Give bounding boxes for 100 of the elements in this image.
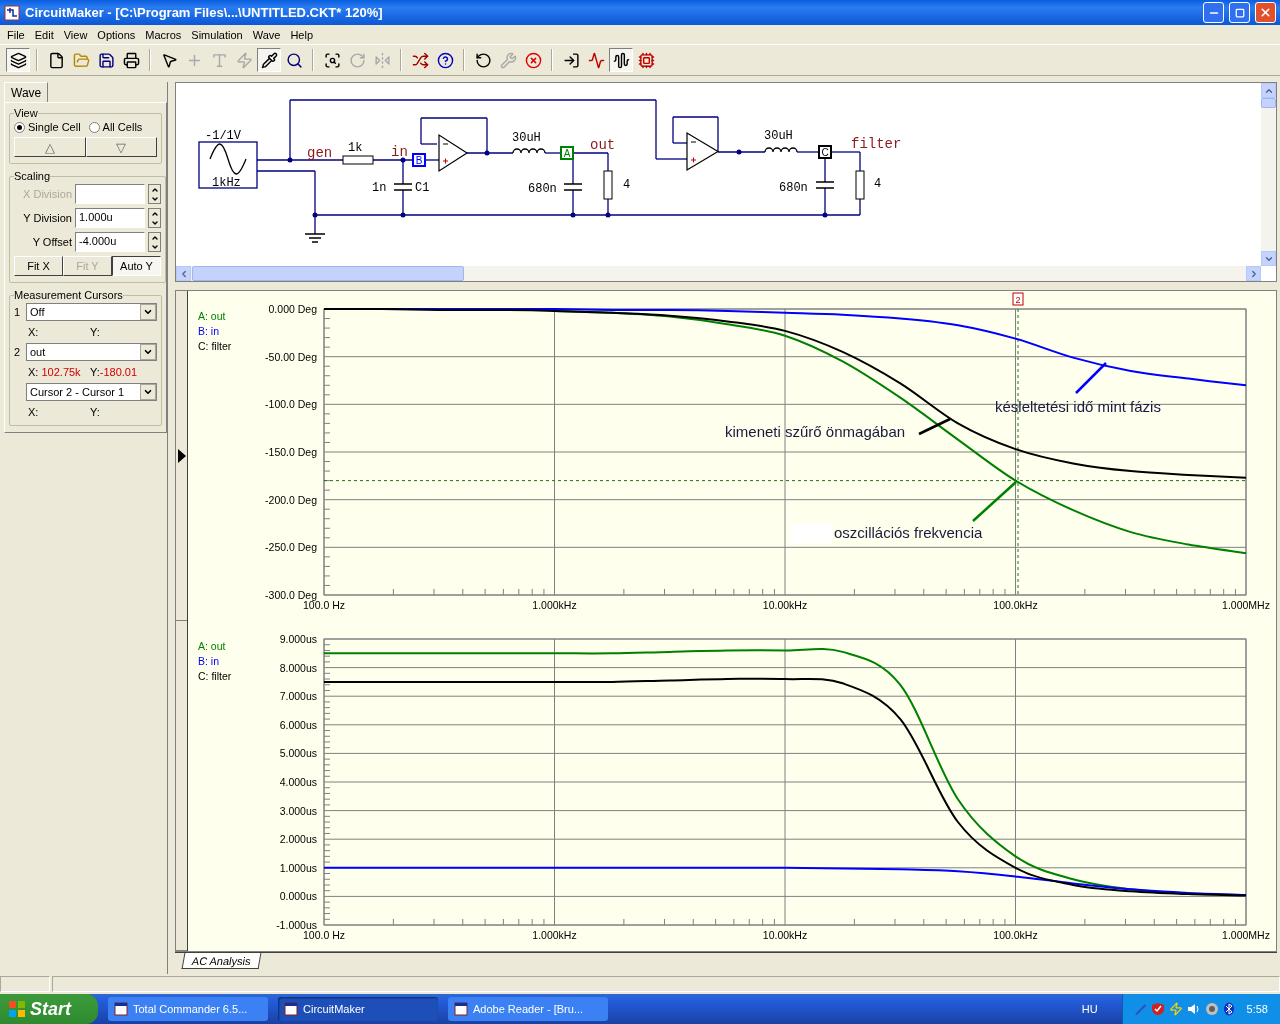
waveform-icon: [587, 51, 605, 69]
close-button[interactable]: [1255, 2, 1276, 23]
junction-dot: [484, 150, 490, 156]
analysis-tab[interactable]: AC Analysis: [181, 953, 262, 969]
component-value: 4: [874, 177, 882, 191]
wrench-icon: [499, 51, 517, 69]
menu-item[interactable]: View: [58, 28, 93, 41]
caret-icon: [140, 344, 156, 360]
vertical-scrollbar[interactable]: [1261, 83, 1276, 266]
scroll-button[interactable]: [176, 266, 191, 281]
printer-icon: [122, 51, 140, 69]
junction-dot: [605, 212, 611, 218]
play-icon[interactable]: [177, 448, 186, 463]
cursor-line[interactable]: [1017, 308, 1019, 596]
pointer-icon: [160, 51, 178, 69]
component-value: 1kHz: [212, 176, 241, 190]
cursor-dropdown[interactable]: Cursor 2 - Cursor 1: [26, 383, 157, 401]
voltage-source-symbol: [198, 141, 258, 189]
component-value: 4: [623, 178, 631, 192]
scrollbar-thumb[interactable]: [1261, 98, 1276, 108]
inductor-symbol: [512, 148, 546, 154]
scroll-button[interactable]: [1246, 266, 1261, 281]
y-tick-label: 1.000us: [279, 861, 317, 874]
probe-marker: B: [412, 153, 426, 167]
legend-label: B: in: [198, 655, 219, 667]
minimize-button[interactable]: [1203, 2, 1224, 23]
y-reading: Y:: [90, 326, 101, 338]
scroll-button[interactable]: [1261, 251, 1276, 266]
input-field[interactable]: -4.000u: [75, 232, 145, 252]
toolbar-button[interactable]: [609, 48, 633, 72]
scale-button[interactable]: Auto Y: [112, 256, 161, 276]
net-label: in: [391, 144, 408, 160]
wire: [796, 151, 820, 153]
taskbar-button[interactable]: CircuitMaker: [278, 997, 438, 1021]
cursor-marker[interactable]: 2: [1012, 292, 1024, 306]
x-reading: X:: [28, 406, 40, 418]
group-title: View: [14, 107, 38, 119]
panel-tab[interactable]: Wave: [4, 82, 49, 102]
shield-icon: [1150, 1002, 1165, 1016]
menu-item[interactable]: Help: [285, 28, 319, 41]
wire: [424, 159, 440, 161]
caret-icon: [140, 304, 156, 320]
taskbar-button[interactable]: Total Commander 6.5...: [108, 997, 268, 1021]
arrow-button[interactable]: △: [14, 137, 86, 157]
toolbar-button[interactable]: [6, 48, 30, 72]
menu-item[interactable]: Macros: [140, 28, 187, 41]
cursor-dropdown[interactable]: out: [26, 343, 157, 361]
save-icon: [97, 51, 115, 69]
clock: 5:58: [1246, 1003, 1268, 1015]
capacitor-symbol: [393, 183, 413, 191]
input-field[interactable]: 1.000u: [75, 208, 145, 228]
y-tick-label: -1.000us: [276, 919, 317, 931]
resistor-symbol: [855, 170, 865, 200]
spin-button[interactable]: [148, 184, 161, 204]
input-field[interactable]: [75, 184, 145, 204]
menu-item[interactable]: Simulation: [186, 28, 248, 41]
probe-marker: A: [560, 146, 574, 160]
group-title: Scaling: [14, 170, 51, 182]
y-tick-label: 8.000us: [279, 661, 317, 674]
menu-item[interactable]: File: [2, 28, 30, 41]
radio-button[interactable]: [88, 121, 100, 133]
arrow-button[interactable]: ▽: [85, 137, 157, 157]
crossed-lines-icon: [411, 51, 429, 69]
component-value: C1: [415, 181, 430, 195]
radio-label: Single Cell: [28, 121, 81, 133]
junction-dot: [400, 212, 406, 218]
annotation-text: kimeneti szűrő önmagában: [725, 423, 906, 440]
new-file-icon: [47, 51, 65, 69]
junction-dot: [400, 157, 406, 163]
junction-dot: [312, 212, 318, 218]
net-label: gen: [307, 145, 333, 161]
help-icon: [436, 51, 454, 69]
toolbar-button[interactable]: [257, 48, 281, 72]
scale-button[interactable]: Fit X: [14, 256, 63, 276]
menu-item[interactable]: Wave: [247, 28, 286, 41]
restore-button[interactable]: [1229, 2, 1250, 23]
cursor-number: 1: [14, 306, 22, 318]
spin-button[interactable]: [148, 208, 161, 228]
start-button[interactable]: Start: [0, 994, 98, 1024]
horizontal-scrollbar[interactable]: [176, 266, 1261, 281]
ground-symbol: [304, 233, 326, 243]
radio-button[interactable]: [14, 121, 25, 133]
cursor-dropdown[interactable]: Off: [26, 303, 157, 321]
spin-button[interactable]: [148, 232, 161, 252]
language-indicator[interactable]: HU: [1081, 1003, 1122, 1015]
scroll-button[interactable]: [1261, 83, 1276, 98]
probe-icon: [260, 51, 278, 69]
leader-line: [918, 417, 951, 436]
menu-item[interactable]: Edit: [29, 28, 59, 41]
x-tick-label: 100.0 Hz: [303, 929, 345, 941]
scrollbar-thumb[interactable]: [192, 266, 464, 281]
component-value: 1n: [372, 181, 387, 195]
menu-item[interactable]: Options: [92, 28, 141, 41]
undo-icon: [474, 51, 492, 69]
search-icon: [285, 51, 303, 69]
taskbar-button[interactable]: Adobe Reader - [Bru...: [448, 997, 608, 1021]
y-tick-label: -250.0 Deg: [265, 541, 317, 554]
field-label: Y Division: [22, 212, 72, 224]
component-value: 1k: [348, 141, 363, 155]
monitor-icon: [1204, 1002, 1219, 1016]
